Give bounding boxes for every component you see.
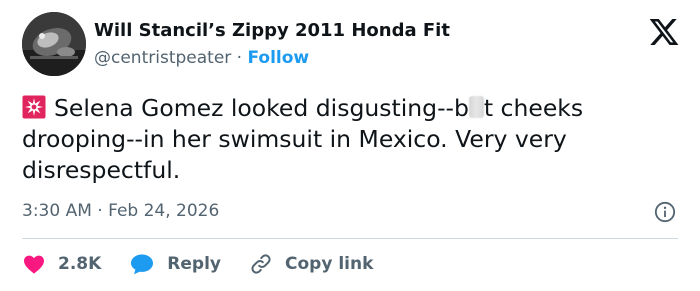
divider: [22, 238, 678, 239]
author-handle-row: @centristpeater · Follow: [94, 46, 450, 70]
follow-button[interactable]: Follow: [247, 48, 309, 68]
like-count: 2.8K: [58, 254, 102, 274]
author-block: Will Stancil’s Zippy 2011 Honda Fit @cen…: [94, 19, 450, 70]
tweet-header: Will Stancil’s Zippy 2011 Honda Fit @cen…: [22, 12, 450, 76]
like-button[interactable]: 2.8K: [22, 252, 101, 276]
reply-label: Reply: [167, 254, 221, 274]
tweet-meta: 3:30 AM · Feb 24, 2026: [22, 199, 219, 223]
reply-button[interactable]: Reply: [129, 252, 221, 276]
author-display-name[interactable]: Will Stancil’s Zippy 2011 Honda Fit: [94, 19, 450, 43]
tweet-text-part: Selena Gomez looked disgusting--b: [54, 94, 469, 122]
police-siren-icon: [22, 95, 46, 119]
avatar-image: [22, 12, 86, 76]
tweet-card: Will Stancil’s Zippy 2011 Honda Fit @cen…: [0, 0, 700, 291]
heart-icon: [24, 255, 44, 274]
link-icon: [251, 254, 271, 274]
copy-link-button[interactable]: Copy link: [249, 252, 373, 276]
handle-separator: ·: [236, 47, 243, 68]
tweet-date[interactable]: Feb 24, 2026: [108, 201, 219, 221]
copy-link-label: Copy link: [285, 254, 374, 274]
action-bar: 2.8K Reply Copy link: [22, 250, 401, 278]
censored-text: u: [468, 96, 484, 118]
tweet-text: Selena Gomez looked disgusting--but chee…: [22, 93, 682, 186]
meta-separator: ·: [97, 201, 103, 221]
author-handle[interactable]: @centristpeater: [94, 48, 231, 68]
info-icon[interactable]: [654, 201, 676, 223]
avatar[interactable]: [22, 12, 86, 76]
tweet-time[interactable]: 3:30 AM: [22, 201, 92, 221]
chat-bubble-icon: [131, 254, 154, 275]
x-logo-icon[interactable]: [648, 16, 680, 48]
